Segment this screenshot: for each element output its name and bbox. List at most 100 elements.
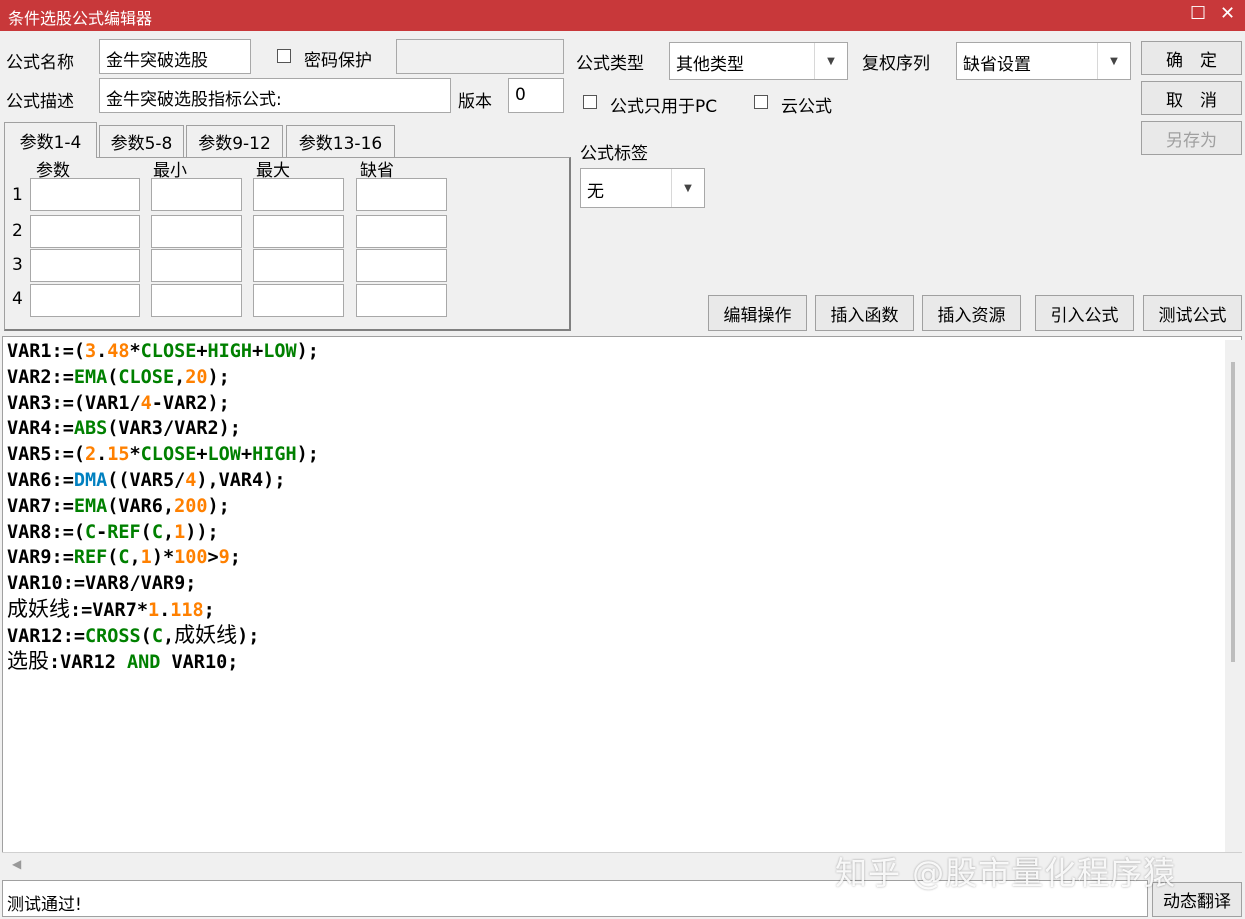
scrollbar-thumb[interactable] [1231, 362, 1235, 662]
pc-only-checkbox[interactable] [583, 95, 597, 109]
tab-params-1-4[interactable]: 参数1-4 [4, 122, 97, 158]
param-1-min-input[interactable] [151, 178, 242, 211]
param-3-max-input[interactable] [253, 249, 344, 282]
code-token: 1 [174, 521, 186, 543]
insert-resource-button[interactable]: 插入资源 [922, 295, 1021, 331]
code-token: VAR12:= [7, 625, 85, 647]
tab-params-13-16[interactable]: 参数13-16 [286, 125, 395, 157]
code-token: HIGH [252, 444, 297, 466]
code-token: 200 [174, 495, 208, 517]
code-token: LOW [207, 444, 241, 466]
code-token: , [162, 625, 175, 647]
rights-value: 缺省设置 [963, 55, 1031, 75]
param-4-name-input[interactable] [30, 284, 140, 317]
cancel-button[interactable]: 取 消 [1141, 81, 1242, 115]
code-token: - [96, 521, 108, 543]
code-token: ((VAR5/ [107, 469, 186, 491]
code-token: CLOSE [140, 444, 197, 466]
code-token: , [162, 521, 175, 543]
code-token: VAR10; [160, 651, 239, 673]
param-4-max-input[interactable] [253, 284, 344, 317]
window-title: 条件选股公式编辑器 [8, 9, 153, 28]
formula-tag-label: 公式标签 [580, 144, 648, 164]
code-token: -VAR2); [151, 392, 230, 414]
param-1-max-input[interactable] [253, 178, 344, 211]
code-token: 4 [140, 392, 152, 414]
formula-tag-select[interactable]: 无 ▼ [580, 168, 705, 208]
code-token: ( [140, 521, 152, 543]
formula-name-label: 公式名称 [6, 53, 74, 73]
code-token: :=VAR7* [70, 599, 148, 621]
formula-tag-value: 无 [587, 182, 604, 202]
rights-label: 复权序列 [862, 54, 930, 74]
code-token: REF [73, 547, 108, 569]
tab-params-9-12[interactable]: 参数9-12 [186, 125, 283, 157]
code-token: ( [140, 625, 152, 647]
code-token: (VAR3/VAR2); [107, 418, 241, 440]
rights-select[interactable]: 缺省设置 ▼ [956, 42, 1131, 80]
version-label: 版本 [458, 92, 492, 112]
code-token: EMA [73, 366, 108, 388]
code-token: ); [207, 366, 230, 388]
param-3-default-input[interactable] [356, 249, 447, 282]
ok-button[interactable]: 确 定 [1141, 41, 1242, 75]
formula-editor[interactable]: VAR1:=(3.48*CLOSE+HIGH+LOW); VAR2:=EMA(CL… [2, 336, 1242, 856]
code-token: C [84, 521, 97, 543]
code-token: EMA [73, 495, 108, 517]
param-2-name-input[interactable] [30, 215, 140, 248]
param-1-default-input[interactable] [356, 178, 447, 211]
param-3-min-input[interactable] [151, 249, 242, 282]
code-token: LOW [263, 341, 297, 362]
code-token: 48 [107, 341, 130, 362]
version-input[interactable]: 0 [508, 78, 564, 113]
formula-type-select[interactable]: 其他类型 ▼ [669, 42, 848, 80]
param-4-min-input[interactable] [151, 284, 242, 317]
chevron-down-icon: ▼ [1097, 43, 1130, 79]
import-formula-button[interactable]: 引入公式 [1035, 295, 1134, 331]
code-token: ); [207, 495, 230, 517]
code-token: + [252, 341, 264, 362]
insert-function-button[interactable]: 插入函数 [815, 295, 914, 331]
code-line: VAR1:=(3.48*CLOSE+HIGH+LOW); [7, 339, 319, 365]
formula-name-input[interactable]: 金牛突破选股 [99, 39, 251, 74]
code-token: . [159, 599, 171, 621]
code-token: 15 [107, 444, 130, 466]
code-token: ); [296, 341, 319, 362]
param-2-default-input[interactable] [356, 215, 447, 248]
chevron-down-icon: ▼ [671, 169, 704, 207]
vertical-scrollbar[interactable] [1225, 340, 1243, 852]
save-as-button[interactable]: 另存为 [1141, 121, 1242, 155]
param-2-max-input[interactable] [253, 215, 344, 248]
test-formula-button[interactable]: 测试公式 [1143, 295, 1242, 331]
code-token: (VAR6, [107, 495, 175, 517]
param-1-name-input[interactable] [30, 178, 140, 211]
code-token: VAR1:=( [7, 341, 85, 362]
code-token: ( [107, 366, 119, 388]
code-token: 9 [218, 547, 230, 569]
cloud-checkbox[interactable] [754, 95, 768, 109]
param-3-name-input[interactable] [30, 249, 140, 282]
code-token: 1 [140, 547, 152, 569]
code-token: ; [229, 547, 241, 569]
scroll-left-icon[interactable]: ◀ [12, 857, 21, 871]
formula-desc-input[interactable]: 金牛突破选股指标公式: [99, 78, 451, 113]
code-token: DMA [73, 469, 108, 491]
password-input[interactable] [396, 39, 564, 74]
code-token: 4 [185, 469, 197, 491]
code-token: VAR8:=( [7, 521, 85, 543]
tab-params-5-8[interactable]: 参数5-8 [99, 125, 184, 157]
code-token: ( [107, 547, 119, 569]
code-token: AND [126, 651, 161, 673]
maximize-icon[interactable]: ☐ [1190, 3, 1206, 24]
code-token: 选股 [7, 648, 49, 673]
pc-only-label: 公式只用于PC [610, 97, 718, 117]
chevron-down-icon: ▼ [814, 43, 847, 79]
param-2-min-input[interactable] [151, 215, 242, 248]
edit-operations-button[interactable]: 编辑操作 [708, 295, 807, 331]
code-line: VAR10:=VAR8/VAR9; [7, 571, 319, 597]
param-4-default-input[interactable] [356, 284, 447, 317]
code-token: 成妖线 [7, 596, 70, 621]
param-row-1-label: 1 [12, 185, 23, 205]
close-icon[interactable]: ✕ [1220, 3, 1235, 24]
password-checkbox[interactable] [277, 49, 291, 63]
